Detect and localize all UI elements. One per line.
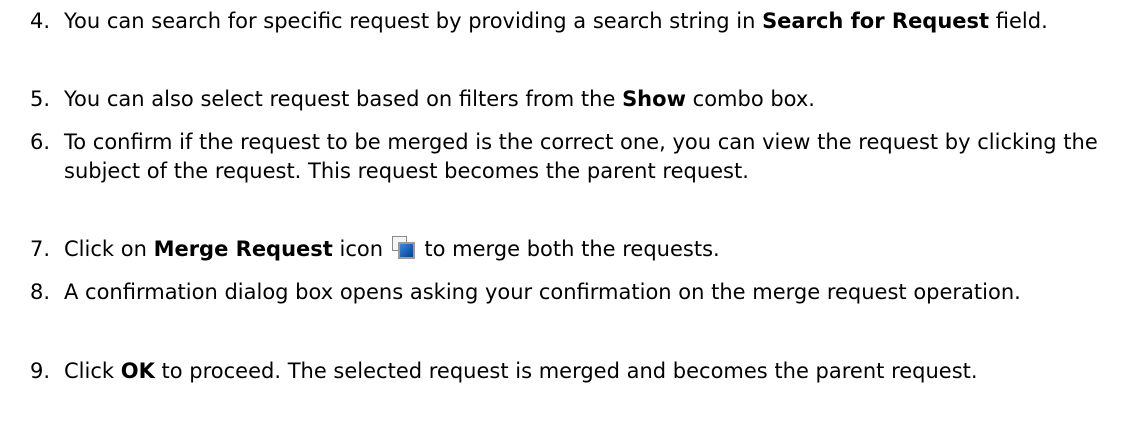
- ok-label: OK: [120, 359, 155, 383]
- step-4: 4. You can search for specific request b…: [30, 7, 1135, 36]
- step-text: Click on Merge Request icon to merge bot…: [64, 235, 1135, 264]
- step-text: You can search for specific request by p…: [64, 7, 1135, 36]
- step-text-part: to proceed. The selected request is merg…: [154, 359, 978, 383]
- step-9: 9. Click OK to proceed. The selected req…: [30, 357, 1135, 386]
- step-number: 5.: [30, 87, 51, 111]
- step-text-part: You can search for specific request by p…: [64, 9, 763, 33]
- show-label: Show: [622, 87, 686, 111]
- step-text: Click OK to proceed. The selected reques…: [64, 357, 1135, 386]
- step-7: 7. Click on Merge Request icon to merge …: [30, 235, 1135, 264]
- step-number: 9.: [30, 359, 51, 383]
- step-number: 7.: [30, 237, 51, 261]
- step-text: To confirm if the request to be merged i…: [64, 130, 1098, 183]
- step-5: 5. You can also select request based on …: [30, 85, 1135, 114]
- step-text-part: Click on: [64, 237, 154, 261]
- step-text-part: You can also select request based on fil…: [64, 87, 623, 111]
- step-text-part: to merge both the requests.: [417, 237, 720, 261]
- step-text: You can also select request based on fil…: [64, 85, 1135, 114]
- step-number: 6.: [30, 130, 51, 154]
- step-text-part: icon: [332, 237, 390, 261]
- merge-request-icon: [391, 236, 415, 259]
- step-text: A confirmation dialog box opens asking y…: [64, 280, 1021, 304]
- step-text-part: field.: [989, 9, 1048, 33]
- merge-icon-front-square: [397, 242, 415, 259]
- search-for-request-label: Search for Request: [762, 9, 990, 33]
- step-6: 6. To confirm if the request to be merge…: [30, 128, 1135, 186]
- step-number: 8.: [30, 280, 51, 304]
- step-8: 8. A confirmation dialog box opens askin…: [30, 278, 1135, 307]
- step-text-part: Click: [64, 359, 121, 383]
- merge-request-label: Merge Request: [153, 237, 333, 261]
- document-page: 4. You can search for specific request b…: [0, 0, 1141, 435]
- step-number: 4.: [30, 9, 51, 33]
- step-text-part: combo box.: [685, 87, 815, 111]
